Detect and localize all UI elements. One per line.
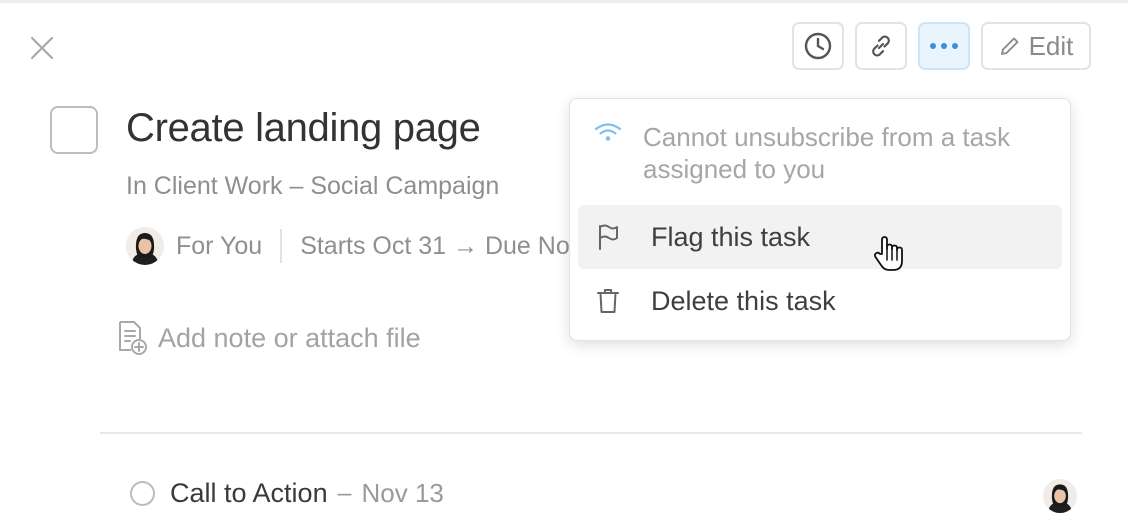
unsubscribe-info: Cannot unsubscribe from a task assigned … [590, 121, 1043, 185]
reminder-button[interactable] [792, 22, 844, 70]
flag-icon [590, 223, 626, 251]
subtask-row[interactable]: Call to Action – Nov 13 [130, 478, 444, 509]
subtask-title[interactable]: Call to Action [170, 478, 328, 509]
pencil-icon [1000, 37, 1019, 55]
more-options-menu: Cannot unsubscribe from a task assigned … [569, 98, 1071, 341]
close-button[interactable] [26, 32, 58, 64]
more-options-button[interactable] [918, 22, 970, 70]
top-border [0, 0, 1128, 3]
subtask-checkbox[interactable] [130, 481, 155, 506]
meta-divider [280, 229, 283, 263]
task-project[interactable]: In Client Work – Social Campaign [126, 172, 499, 201]
trash-icon [590, 287, 626, 315]
assignee-label[interactable]: For You [176, 232, 262, 261]
task-complete-checkbox[interactable] [50, 106, 98, 154]
note-attach-icon [119, 321, 147, 355]
task-dates[interactable]: Starts Oct 31 → Due Nov [300, 232, 582, 261]
subscribe-wifi-icon [590, 121, 626, 151]
flag-task-menu-item[interactable]: Flag this task [578, 205, 1062, 269]
task-meta: For You Starts Oct 31 → Due Nov [126, 226, 582, 266]
clock-icon [804, 32, 832, 60]
copy-link-button[interactable] [855, 22, 907, 70]
subtask-separator: – [337, 479, 352, 507]
more-icon [930, 43, 958, 49]
add-note-button[interactable]: Add note or attach file [116, 320, 421, 356]
add-note-label: Add note or attach file [158, 322, 421, 353]
subtask-due-date: Nov 13 [361, 478, 444, 508]
task-title[interactable]: Create landing page [126, 106, 481, 151]
avatar-image [126, 227, 164, 265]
link-icon [872, 35, 890, 57]
unsubscribe-info-text: Cannot unsubscribe from a task assigned … [643, 122, 1011, 184]
task-toolbar: Edit [792, 22, 1091, 70]
delete-task-label: Delete this task [651, 285, 836, 316]
delete-task-menu-item[interactable]: Delete this task [578, 269, 1062, 333]
section-divider [100, 432, 1082, 434]
edit-button-label: Edit [1028, 30, 1074, 61]
close-icon [30, 36, 54, 60]
assignee-avatar[interactable] [126, 227, 164, 265]
edit-button[interactable]: Edit [981, 22, 1091, 70]
subtask-assignee-avatar[interactable] [1043, 479, 1077, 513]
avatar-image [1043, 479, 1077, 513]
flag-task-label: Flag this task [651, 221, 811, 252]
